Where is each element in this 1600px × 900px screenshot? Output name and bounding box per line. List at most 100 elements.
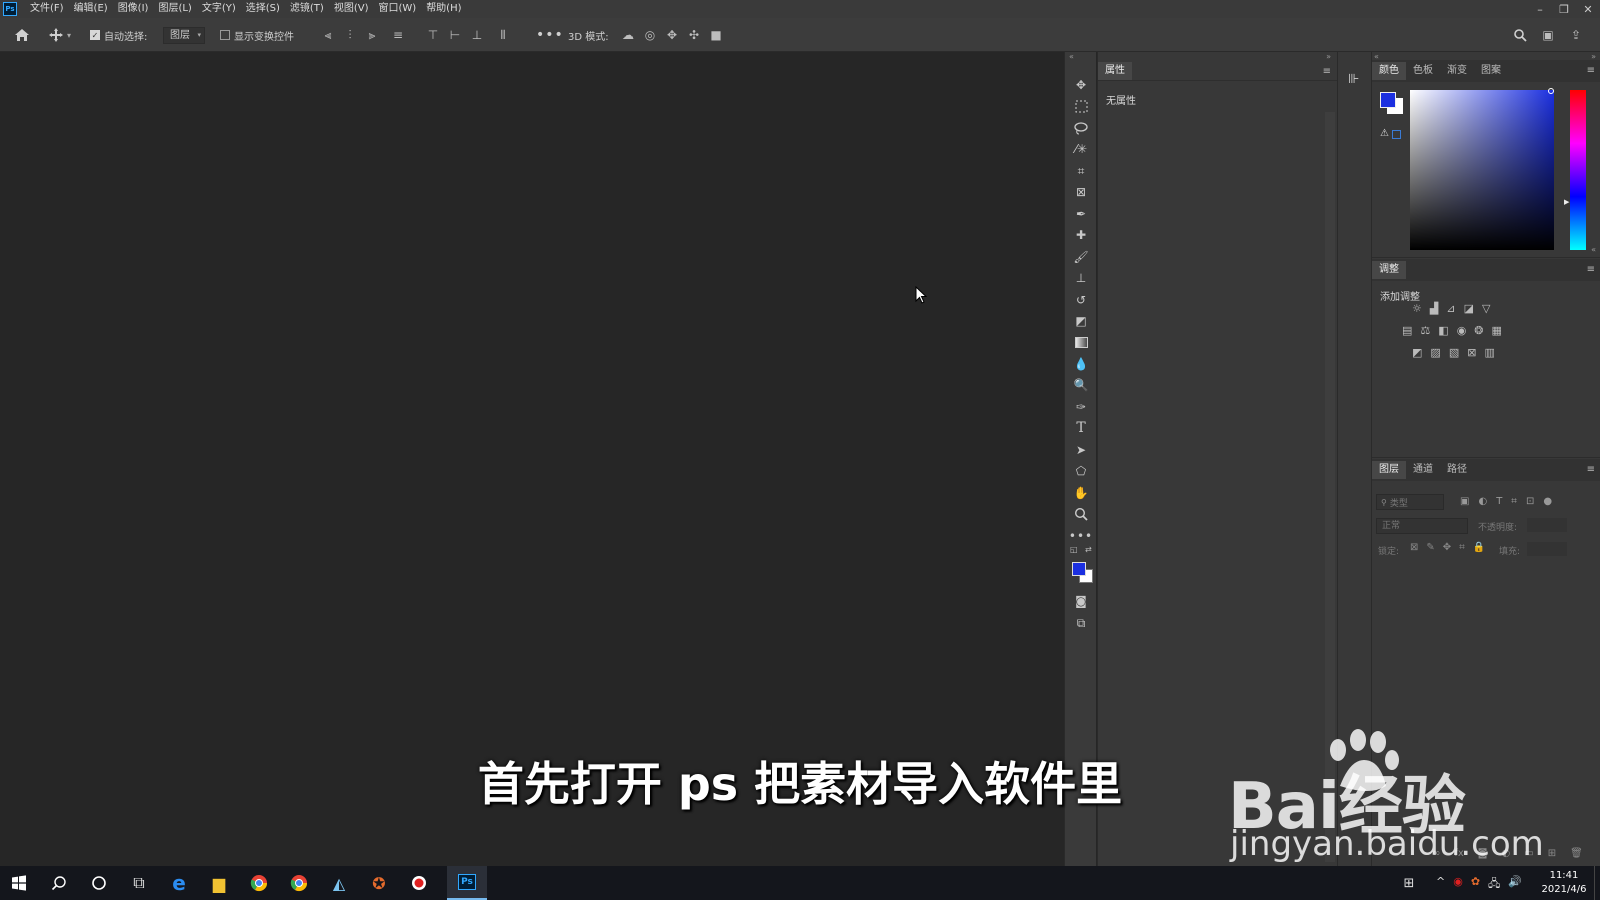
exposure-icon[interactable]: ◪ — [1464, 302, 1474, 315]
file-explorer-icon[interactable]: ▆ — [200, 866, 238, 900]
menu-image[interactable]: 图像(I) — [113, 0, 154, 18]
lock-all-icon[interactable]: 🔒 — [1473, 542, 1485, 553]
menu-help[interactable]: 帮助(H) — [421, 0, 466, 18]
tab-properties[interactable]: 属性 — [1098, 62, 1132, 80]
delete-layer-icon[interactable]: 🗑 — [1570, 848, 1583, 859]
gradient-map-icon[interactable]: ▥ — [1484, 346, 1494, 359]
panel-menu-icon[interactable]: ≡ — [1587, 464, 1595, 475]
smart-object-filter-icon[interactable]: ⊡ — [1526, 496, 1534, 507]
distribute-v-icon[interactable]: ⦀ — [495, 27, 511, 43]
distribute-h-icon[interactable]: ≡ — [390, 27, 406, 43]
dodge-tool-icon[interactable]: 🔍 — [1073, 377, 1089, 393]
menu-window[interactable]: 窗口(W) — [373, 0, 421, 18]
pen-tool-icon[interactable]: ✑ — [1073, 399, 1089, 415]
lock-transparent-icon[interactable]: ⊠ — [1410, 542, 1418, 553]
collapse-icon[interactable]: « — [1591, 245, 1596, 254]
show-desktop-button[interactable] — [1594, 866, 1600, 900]
menu-layer[interactable]: 图层(L) — [153, 0, 196, 18]
quick-mask-icon[interactable]: ◙ — [1073, 593, 1089, 609]
photo-filter-icon[interactable]: ◉ — [1457, 324, 1467, 337]
restore-button[interactable]: ❐ — [1552, 0, 1576, 18]
expand-icon[interactable]: » — [1326, 52, 1331, 61]
panel-menu-icon[interactable]: ≡ — [1587, 65, 1595, 76]
menu-select[interactable]: 选择(S) — [241, 0, 285, 18]
posterize-icon[interactable]: ▨ — [1430, 346, 1440, 359]
vibrance-icon[interactable]: ▽ — [1482, 302, 1490, 315]
search-icon[interactable] — [1512, 27, 1528, 43]
edge-browser-icon[interactable]: e — [160, 866, 198, 900]
edit-toolbar-icon[interactable]: ••• — [1069, 528, 1092, 544]
zoom-tool-icon[interactable] — [1073, 506, 1089, 522]
auto-select-checkbox[interactable]: ✓ 自动选择: — [90, 18, 147, 52]
roll-3d-icon[interactable]: ◎ — [642, 27, 658, 43]
tab-channels[interactable]: 通道 — [1406, 461, 1440, 479]
curves-icon[interactable]: ⊿ — [1446, 302, 1455, 315]
brush-tool-icon[interactable]: 🖌 — [1073, 249, 1089, 265]
color-balance-icon[interactable]: ⚖ — [1420, 324, 1430, 337]
web-safe-icon[interactable] — [1392, 130, 1401, 139]
lock-artboard-icon[interactable]: ⌗ — [1459, 542, 1465, 553]
gradient-tool-icon[interactable] — [1073, 334, 1089, 350]
channel-mixer-icon[interactable]: ❂ — [1474, 324, 1483, 337]
stamp-tool-icon[interactable]: ⊥ — [1073, 270, 1089, 286]
default-colors-icon[interactable]: ◱ — [1070, 545, 1078, 554]
photoshop-taskbar-button[interactable]: Ps — [447, 866, 487, 900]
menu-edit[interactable]: 编辑(E) — [69, 0, 113, 18]
auto-select-dropdown[interactable]: 图层 ▾ — [163, 27, 205, 44]
move-tool-icon[interactable]: ✥ — [1073, 77, 1089, 93]
input-method-icon[interactable]: ⊞ — [1390, 866, 1428, 900]
panel-menu-icon[interactable]: ≡ — [1323, 66, 1331, 77]
marquee-tool-icon[interactable] — [1073, 98, 1089, 114]
tab-patterns[interactable]: 图案 — [1474, 62, 1508, 80]
type-tool-icon[interactable]: T — [1073, 420, 1089, 436]
screen-recorder-icon[interactable] — [400, 866, 438, 900]
threshold-icon[interactable]: ▧ — [1449, 346, 1459, 359]
hue-saturation-icon[interactable]: ▤ — [1402, 324, 1412, 337]
opacity-input[interactable] — [1527, 518, 1567, 532]
shape-filter-icon[interactable]: ⌗ — [1511, 496, 1517, 507]
camera-3d-icon[interactable]: ■ — [708, 27, 724, 43]
invert-icon[interactable]: ◩ — [1412, 346, 1422, 359]
align-middle-icon[interactable]: ⊢ — [447, 27, 463, 43]
show-transform-checkbox[interactable]: 显示变换控件 — [220, 18, 294, 52]
tray-app-icon[interactable]: ✿ — [1471, 875, 1480, 894]
show-hidden-icons-icon[interactable]: ^ — [1436, 875, 1445, 894]
shape-tool-icon[interactable]: ⬠ — [1073, 463, 1089, 479]
home-icon[interactable] — [14, 18, 30, 52]
frame-tool-icon[interactable]: ⊠ — [1073, 184, 1089, 200]
workspace-icon[interactable]: ▣ — [1540, 27, 1556, 43]
clock[interactable]: 11:41 2021/4/6 — [1536, 869, 1592, 897]
more-options-icon[interactable]: ••• — [536, 18, 564, 52]
search-icon[interactable] — [40, 866, 78, 900]
panel-menu-icon[interactable]: ≡ — [1587, 264, 1595, 275]
game-app-icon[interactable]: ✪ — [360, 866, 398, 900]
path-selection-tool-icon[interactable]: ➤ — [1073, 442, 1089, 458]
color-lookup-icon[interactable]: ▦ — [1492, 324, 1502, 337]
hue-slider-handle[interactable]: ▶ — [1564, 198, 1569, 206]
close-button[interactable]: ✕ — [1576, 0, 1600, 18]
blend-mode-dropdown[interactable]: 正常 — [1376, 518, 1468, 534]
canvas-area[interactable] — [0, 52, 1064, 866]
align-left-icon[interactable]: ⫷ — [320, 27, 336, 43]
gamut-warning-icon[interactable]: ⚠ — [1380, 128, 1389, 139]
align-bottom-icon[interactable]: ⊥ — [469, 27, 485, 43]
fill-input[interactable] — [1527, 542, 1567, 556]
document-app-icon[interactable]: ◭ — [320, 866, 358, 900]
foreground-color-swatch[interactable] — [1072, 562, 1086, 576]
tab-paths[interactable]: 路径 — [1440, 461, 1474, 479]
pan-3d-icon[interactable]: ✥ — [664, 27, 680, 43]
blur-tool-icon[interactable]: 💧 — [1073, 356, 1089, 372]
magic-wand-tool-icon[interactable]: ⁄✳ — [1073, 141, 1089, 157]
crop-tool-icon[interactable]: ⌗ — [1073, 163, 1089, 179]
type-filter-icon[interactable]: T — [1496, 496, 1502, 507]
hand-tool-icon[interactable]: ✋ — [1073, 485, 1089, 501]
share-icon[interactable]: ⇪ — [1568, 27, 1584, 43]
eraser-tool-icon[interactable]: ◩ — [1073, 313, 1089, 329]
tab-color[interactable]: 颜色 — [1372, 62, 1406, 80]
move-tool-icon[interactable]: ▾ — [48, 18, 71, 52]
levels-icon[interactable]: ▟ — [1430, 302, 1438, 315]
chrome-browser-icon[interactable] — [240, 866, 278, 900]
history-brush-tool-icon[interactable]: ↺ — [1073, 292, 1089, 308]
minimize-button[interactable]: – — [1528, 0, 1552, 18]
brightness-icon[interactable]: ☼ — [1412, 302, 1422, 315]
